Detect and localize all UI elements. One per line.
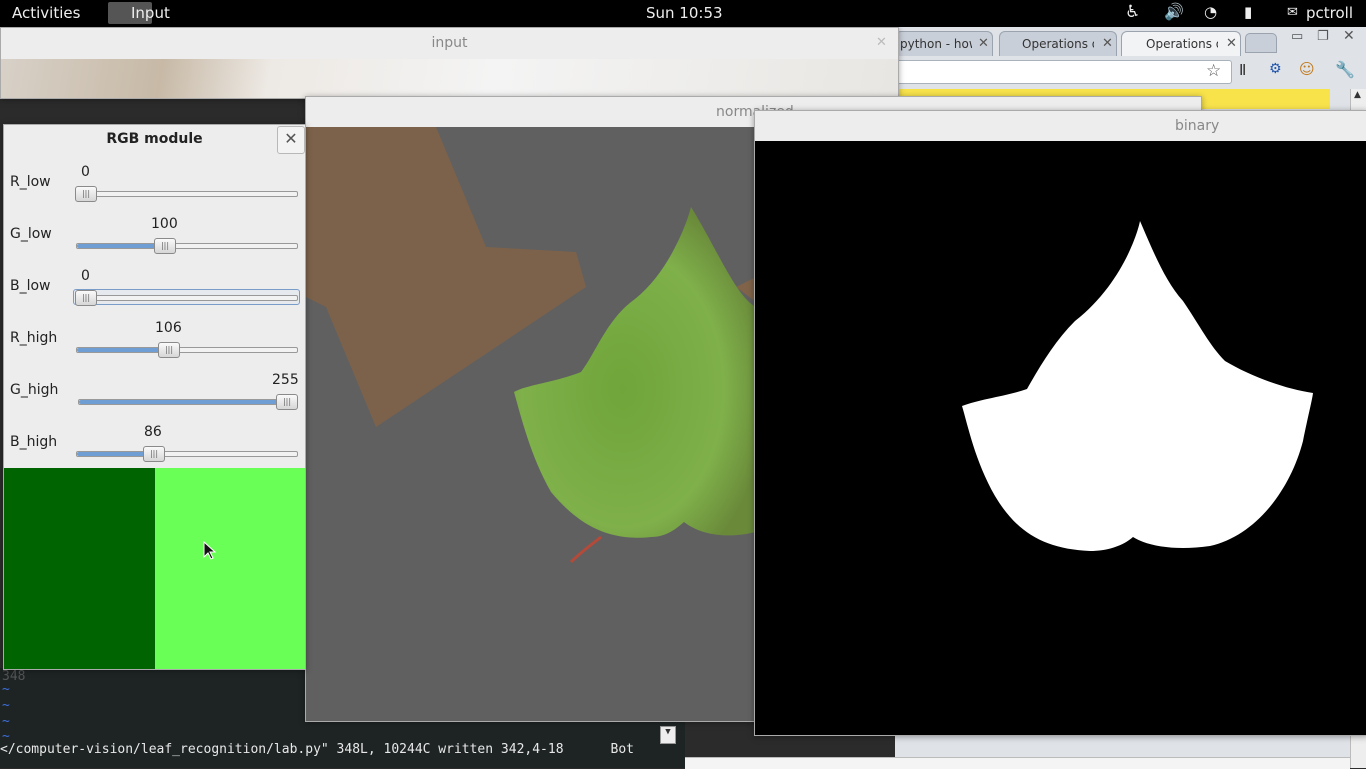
normalized-image [306,127,756,721]
wifi-icon[interactable]: ◔ [1204,3,1217,21]
slider-fill [79,400,285,404]
minimize-icon[interactable]: ▭ [1291,29,1303,44]
status-scroll: Bot [610,742,634,757]
tab-label: python - how [900,37,972,51]
tab-close-icon[interactable]: ✕ [978,36,989,51]
slider-label: G_high [10,382,59,398]
scroll-up-icon[interactable]: ▲ [1354,90,1361,100]
extension-icon[interactable]: ☺ [1299,60,1315,78]
close-icon[interactable]: ✕ [876,35,887,50]
slider-label: B_high [10,434,58,450]
close-window-icon[interactable]: ✕ [1343,28,1355,44]
tab-close-icon[interactable]: ✕ [1226,36,1237,51]
status-file: </computer-vision/leaf_recognition/lab.p… [0,742,494,757]
bookmark-star-icon[interactable]: ☆ [1206,61,1221,81]
tab-label: Operations o [1022,37,1094,51]
slider-value: 86 [144,424,162,440]
extension-icon[interactable]: ⚙ [1269,61,1282,77]
extension-icon[interactable]: Ⅱ [1239,61,1246,79]
window-title: input [431,35,468,51]
tilde-line: ~ [2,714,10,729]
slider-thumb[interactable]: ||| [154,238,176,254]
slider-label: B_low [10,278,51,294]
rgb-module-window[interactable]: RGB module ✕ R_low 0 ||| G_low 100 ||| B… [3,124,306,670]
maximize-icon[interactable]: ❐ [1317,29,1329,44]
slider-value: 0 [81,164,90,180]
normalized-leaf-image [306,127,756,721]
slider-value: 255 [272,372,299,388]
slider-thumb[interactable]: ||| [158,342,180,358]
g-high-slider[interactable]: ||| [78,394,298,410]
slider-value: 100 [151,216,178,232]
new-tab-button[interactable] [1245,33,1277,53]
slider-thumb[interactable]: ||| [75,290,97,306]
tilde-line: ~ [2,682,10,697]
g-low-slider[interactable]: ||| [76,238,298,254]
volume-icon[interactable]: 🔊 [1164,2,1184,21]
mouse-cursor-icon [203,541,217,560]
input-image [1,59,898,98]
clock[interactable]: Sun 10:53 [646,4,723,22]
r-low-slider[interactable]: ||| [75,186,298,202]
slider-label: R_low [10,174,51,190]
top-bar: Activities Input Sun 10:53 ♿ 🔊 ◔ ▮ ✉ pct… [0,0,1366,27]
slider-thumb[interactable]: ||| [276,394,298,410]
slider-fill [77,452,151,456]
user-menu[interactable]: pctroll [1306,4,1353,22]
window-title: binary [1175,118,1220,134]
address-bar[interactable]: ☆ [895,60,1232,84]
app-menu-button[interactable]: Input [131,4,170,22]
close-button[interactable]: ✕ [277,126,305,154]
tab-close-icon[interactable]: ✕ [1102,36,1113,51]
binary-mask-shape [755,141,1366,735]
vim-status-line: </computer-vision/leaf_recognition/lab.p… [0,742,660,760]
slider-thumb[interactable]: ||| [143,446,165,462]
window-title: RGB module [106,131,203,147]
browser-tab[interactable]: python - how ✕ [895,31,993,56]
status-position: 342,4-18 [500,742,564,757]
slider-value: 106 [155,320,182,336]
high-color-swatch [155,468,305,669]
browser-tab-active[interactable]: Operations o ✕ [1121,31,1241,56]
binary-window[interactable]: binary [754,110,1366,736]
binary-image [755,141,1366,735]
accessibility-icon[interactable]: ♿ [1125,2,1140,22]
input-window[interactable]: input ✕ [0,27,899,99]
r-high-slider[interactable]: ||| [76,342,298,358]
battery-icon[interactable]: ▮ [1244,3,1252,21]
slider-fill [77,348,169,352]
low-color-swatch [4,468,155,669]
slider-label: R_high [10,330,58,346]
slider-value: 0 [81,268,90,284]
slider-label: G_low [10,226,52,242]
b-low-slider[interactable]: ||| [75,290,298,306]
browser-tab[interactable]: Operations o ✕ [999,31,1117,56]
b-high-slider[interactable]: ||| [76,446,298,462]
wrench-icon[interactable]: 🔧 [1335,60,1355,79]
slider-fill [77,244,165,248]
tilde-line: ~ [2,698,10,713]
activities-button[interactable]: Activities [12,4,80,22]
slider-thumb[interactable]: ||| [75,186,97,202]
chat-icon[interactable]: ✉ [1287,5,1298,20]
scroll-down-icon[interactable]: ▼ [660,726,676,744]
status-strip [685,757,1350,769]
tab-label: Operations o [1146,37,1218,51]
